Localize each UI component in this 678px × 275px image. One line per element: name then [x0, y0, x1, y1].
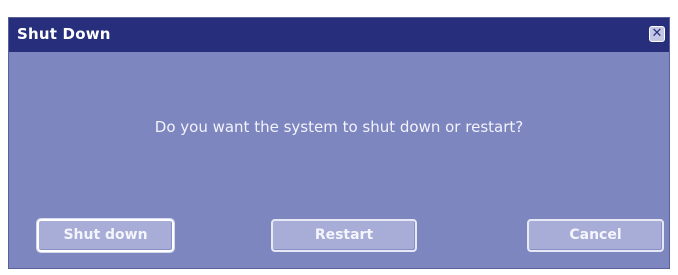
- close-icon: ✕: [651, 26, 663, 41]
- cancel-button[interactable]: Cancel: [527, 219, 664, 252]
- shut-down-button[interactable]: Shut down: [36, 218, 175, 253]
- dialog-message: Do you want the system to shut down or r…: [154, 118, 524, 136]
- restart-button[interactable]: Restart: [271, 219, 417, 252]
- shut-down-dialog: Shut Down ✕ Do you want the system to sh…: [8, 17, 670, 269]
- dialog-title: Shut Down: [17, 25, 111, 43]
- dialog-titlebar: Shut Down ✕: [9, 18, 669, 52]
- close-button[interactable]: ✕: [649, 26, 665, 42]
